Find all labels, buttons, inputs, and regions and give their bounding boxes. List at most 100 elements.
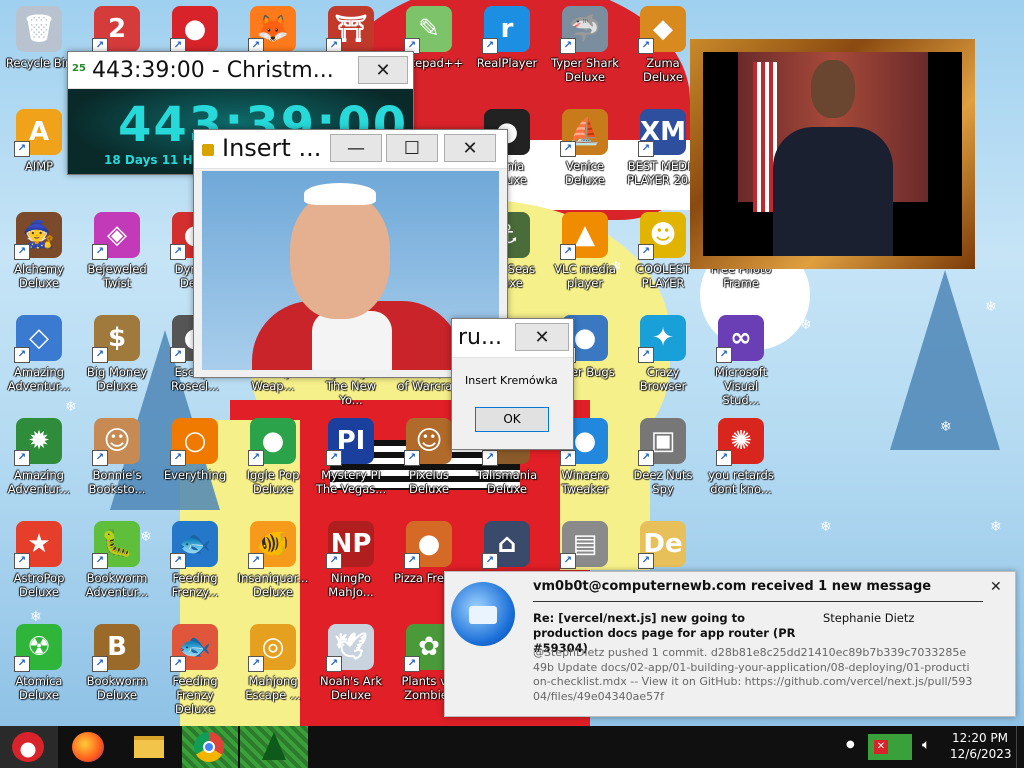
desktop-icon[interactable]: 🕊 ↗ Noah's Ark Deluxe [314,624,388,722]
desktop-icon[interactable]: PI ↗ Mystery PI The Vegas... [314,418,388,516]
thunderbird-icon [451,582,515,646]
desktop-icon-label: Alchemy Deluxe [14,262,64,290]
desktop-icon[interactable]: XM ↗ BEST MEDIA PLAYER 20... [626,109,700,207]
desktop-icon-label: Feeding Frenzy Deluxe [172,674,218,716]
clock-time[interactable]: 12:20 PM [952,731,1008,745]
desktop-icon[interactable]: ✦ ↗ Crazy Browser [626,315,700,413]
desktop-icon[interactable]: ▲ ↗ VLC media player [548,212,622,310]
desktop-icon[interactable]: ∞ ↗ Microsoft Visual Stud... [704,315,778,413]
app-icon: ✦ ↗ [638,315,686,363]
desktop-icon-label: Microsoft Visual Stud... [714,365,768,407]
tray-dot-icon[interactable]: ● [846,739,855,750]
shortcut-arrow-icon: ↗ [92,347,108,363]
network-tray-icon[interactable]: ✕ [868,734,912,760]
desktop-icon[interactable]: ◆ ↗ Zuma Deluxe [626,6,700,104]
notification-close-button[interactable]: ✕ [990,579,1002,595]
countdown-close-button[interactable]: ✕ [358,56,408,84]
desktop-icon[interactable]: ● ↗ Iggle Pop Deluxe [236,418,310,516]
desktop-icon[interactable]: ☻ ↗ COOLEST PLAYER [626,212,700,310]
desktop-icon[interactable]: ✹ ↗ Amazing Adventur... [2,418,76,516]
desktop-icon-label: Amazing Adventur... [7,468,71,496]
chrome-taskbar-button[interactable] [182,726,238,768]
desktop-icon[interactable]: ◎ ↗ Mahjong Escape ... [236,624,310,722]
volume-icon[interactable]: 🔈︎ [922,737,930,753]
desktop-icon[interactable]: 🧙 ↗ Alchemy Deluxe [2,212,76,310]
desktop-icon-label: Atomica Deluxe [15,674,63,702]
desktop-icon[interactable]: ★ ↗ AstroPop Deluxe [2,521,76,619]
app-icon: PI ↗ [326,418,374,466]
desktop-icon[interactable]: ▣ ↗ Deez Nuts Spy [626,418,700,516]
desktop-icon[interactable]: 🐟 ↗ Feeding Frenzy... [158,521,232,619]
insert-minimize-button[interactable]: — [330,134,382,162]
envelope-shape [469,606,497,624]
message-dialog[interactable]: ru... ✕ Insert Kremówka OK [451,318,574,450]
show-desktop-button[interactable] [1016,726,1024,768]
desktop-icon-label: Deez Nuts Spy [633,468,693,496]
shortcut-arrow-icon: ↗ [14,656,30,672]
email-notification-toast[interactable]: vm0b0t@computernewb.com received 1 new m… [444,571,1016,717]
desktop-icon[interactable]: NP ↗ NingPo MahJo... [314,521,388,619]
desktop-icon[interactable]: B ↗ Bookworm Deluxe [80,624,154,722]
start-button[interactable] [0,726,58,768]
christmas-taskbar-button[interactable] [240,726,308,768]
desktop-icon-label: Pixelus Deluxe [409,468,449,496]
desktop-icon[interactable]: ⛵ ↗ Venice Deluxe [548,109,622,207]
app-icon: ◎ ↗ [248,624,296,672]
desktop-icon[interactable]: ☢ ↗ Atomica Deluxe [2,624,76,722]
desktop-icon[interactable]: r ↗ RealPlayer [470,6,544,104]
app-icon: XM ↗ [638,109,686,157]
taskbar: ● ✕ 🔈︎ 12:20 PM 12/6/2023 [0,726,1024,768]
desktop-icon[interactable]: ○ ↗ Everything [158,418,232,516]
insert-window-titlebar[interactable]: Insert ... — ☐ ✕ [194,130,507,169]
desktop-icon[interactable]: 🐟 ↗ Feeding Frenzy Deluxe [158,624,232,722]
notification-preview: @StephDietz pushed 1 commit. d28b81e8c25… [533,646,973,703]
desktop-icon[interactable]: 🐠 ↗ Insaniquar... Deluxe [236,521,310,619]
dialog-ok-button[interactable]: OK [475,407,549,432]
app-icon: r ↗ [482,6,530,54]
shortcut-arrow-icon: ↗ [326,656,342,672]
app-icon: ▲ ↗ [560,212,608,260]
photo-white-cap [304,183,376,205]
app-icon: ◇ ↗ [14,315,62,363]
desktop-icon[interactable]: ✺ ↗ you retards dont kno... [704,418,778,516]
shortcut-arrow-icon: ↗ [170,347,186,363]
app-icon: ⛩ ↗ [326,6,374,54]
desktop-icon[interactable]: $ ↗ Big Money Deluxe [80,315,154,413]
countdown-titlebar[interactable]: 25 443:39:00 - Christm... ✕ [68,52,413,89]
shortcut-arrow-icon: ↗ [638,38,654,54]
desktop-icon-label: Recycle Bin [5,56,73,70]
desktop-icon-label: Everything [163,468,227,482]
dialog-close-button[interactable]: ✕ [515,323,569,351]
clock-date[interactable]: 12/6/2023 [950,747,1012,761]
shortcut-arrow-icon: ↗ [482,553,498,569]
desktop-icon[interactable]: 🦈 ↗ Typer Shark Deluxe [548,6,622,104]
desktop-icon[interactable]: A ↗ AIMP [2,109,76,207]
desktop-icon-label: Big Money Deluxe [86,365,148,393]
app-icon: A ↗ [14,109,62,157]
desktop-icon[interactable]: ◇ ↗ Amazing Adventur... [2,315,76,413]
app-icon: 🕊 ↗ [326,624,374,672]
shortcut-arrow-icon: ↗ [560,450,576,466]
insert-maximize-button[interactable]: ☐ [386,134,438,162]
shortcut-arrow-icon: ↗ [638,347,654,363]
shortcut-arrow-icon: ↗ [170,244,186,260]
insert-close-button[interactable]: ✕ [444,134,496,162]
desktop-icon[interactable]: 🐛 ↗ Bookworm Adventur... [80,521,154,619]
app-icon: 🦈 ↗ [560,6,608,54]
dialog-titlebar[interactable]: ru... ✕ [452,319,573,358]
shortcut-arrow-icon: ↗ [170,553,186,569]
shortcut-arrow-icon: ↗ [326,553,342,569]
notification-sender: Stephanie Dietz [823,611,915,625]
file-explorer-taskbar-button[interactable] [126,726,172,768]
desktop-icon-label: Bookworm Adventur... [85,571,149,599]
firefox-taskbar-button[interactable] [66,726,112,768]
desktop-icon[interactable]: 🗑 Recycle Bin [2,6,76,104]
shortcut-arrow-icon: ↗ [716,450,732,466]
shortcut-arrow-icon: ↗ [92,244,108,260]
chrome-icon [194,732,224,762]
desktop-icon-label: Mystery PI The Vegas... [315,468,387,496]
photo-frame-widget[interactable] [690,39,975,269]
desktop-icon[interactable]: ☺ ↗ Bonnie's Booksto... [80,418,154,516]
desktop-icon[interactable]: ◈ ↗ Bejeweled Twist [80,212,154,310]
shortcut-arrow-icon: ↗ [170,656,186,672]
